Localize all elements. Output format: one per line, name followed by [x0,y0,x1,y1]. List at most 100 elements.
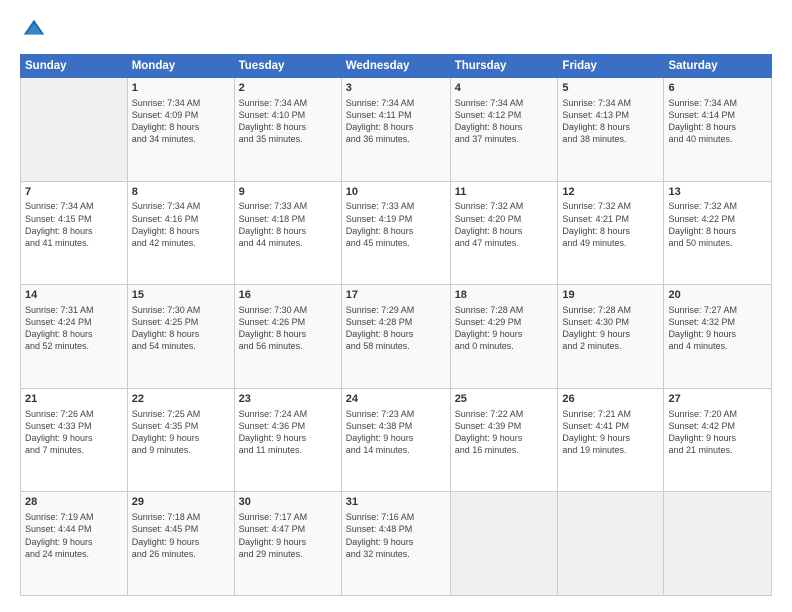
day-number: 22 [132,392,230,407]
day-number: 1 [132,81,230,96]
day-number: 31 [346,495,446,510]
day-number: 27 [668,392,767,407]
day-cell: 24Sunrise: 7:23 AM Sunset: 4:38 PM Dayli… [341,388,450,492]
day-number: 6 [668,81,767,96]
day-cell: 22Sunrise: 7:25 AM Sunset: 4:35 PM Dayli… [127,388,234,492]
day-info: Sunrise: 7:26 AM Sunset: 4:33 PM Dayligh… [25,408,123,457]
day-number: 30 [239,495,337,510]
day-number: 24 [346,392,446,407]
day-cell: 16Sunrise: 7:30 AM Sunset: 4:26 PM Dayli… [234,285,341,389]
day-info: Sunrise: 7:34 AM Sunset: 4:13 PM Dayligh… [562,97,659,146]
day-cell: 23Sunrise: 7:24 AM Sunset: 4:36 PM Dayli… [234,388,341,492]
day-cell: 15Sunrise: 7:30 AM Sunset: 4:25 PM Dayli… [127,285,234,389]
day-number: 11 [455,185,554,200]
day-number: 26 [562,392,659,407]
day-cell: 25Sunrise: 7:22 AM Sunset: 4:39 PM Dayli… [450,388,558,492]
day-cell: 12Sunrise: 7:32 AM Sunset: 4:21 PM Dayli… [558,181,664,285]
day-cell [21,78,128,182]
day-info: Sunrise: 7:34 AM Sunset: 4:14 PM Dayligh… [668,97,767,146]
day-cell: 18Sunrise: 7:28 AM Sunset: 4:29 PM Dayli… [450,285,558,389]
day-cell: 7Sunrise: 7:34 AM Sunset: 4:15 PM Daylig… [21,181,128,285]
day-info: Sunrise: 7:33 AM Sunset: 4:18 PM Dayligh… [239,200,337,249]
day-info: Sunrise: 7:31 AM Sunset: 4:24 PM Dayligh… [25,304,123,353]
col-header-wednesday: Wednesday [341,55,450,78]
day-number: 28 [25,495,123,510]
day-cell [664,492,772,596]
day-info: Sunrise: 7:33 AM Sunset: 4:19 PM Dayligh… [346,200,446,249]
day-number: 13 [668,185,767,200]
day-cell: 4Sunrise: 7:34 AM Sunset: 4:12 PM Daylig… [450,78,558,182]
day-info: Sunrise: 7:22 AM Sunset: 4:39 PM Dayligh… [455,408,554,457]
week-row-1: 1Sunrise: 7:34 AM Sunset: 4:09 PM Daylig… [21,78,772,182]
day-info: Sunrise: 7:34 AM Sunset: 4:16 PM Dayligh… [132,200,230,249]
day-info: Sunrise: 7:23 AM Sunset: 4:38 PM Dayligh… [346,408,446,457]
day-number: 10 [346,185,446,200]
day-info: Sunrise: 7:28 AM Sunset: 4:30 PM Dayligh… [562,304,659,353]
day-info: Sunrise: 7:29 AM Sunset: 4:28 PM Dayligh… [346,304,446,353]
col-header-thursday: Thursday [450,55,558,78]
day-cell: 3Sunrise: 7:34 AM Sunset: 4:11 PM Daylig… [341,78,450,182]
logo-icon [20,16,48,44]
day-info: Sunrise: 7:21 AM Sunset: 4:41 PM Dayligh… [562,408,659,457]
col-header-tuesday: Tuesday [234,55,341,78]
day-number: 15 [132,288,230,303]
week-row-2: 7Sunrise: 7:34 AM Sunset: 4:15 PM Daylig… [21,181,772,285]
day-info: Sunrise: 7:34 AM Sunset: 4:12 PM Dayligh… [455,97,554,146]
day-number: 14 [25,288,123,303]
day-number: 19 [562,288,659,303]
day-cell: 29Sunrise: 7:18 AM Sunset: 4:45 PM Dayli… [127,492,234,596]
day-info: Sunrise: 7:16 AM Sunset: 4:48 PM Dayligh… [346,511,446,560]
header [20,16,772,44]
week-row-3: 14Sunrise: 7:31 AM Sunset: 4:24 PM Dayli… [21,285,772,389]
header-row: SundayMondayTuesdayWednesdayThursdayFrid… [21,55,772,78]
day-info: Sunrise: 7:32 AM Sunset: 4:20 PM Dayligh… [455,200,554,249]
day-info: Sunrise: 7:34 AM Sunset: 4:15 PM Dayligh… [25,200,123,249]
day-number: 25 [455,392,554,407]
week-row-5: 28Sunrise: 7:19 AM Sunset: 4:44 PM Dayli… [21,492,772,596]
day-cell: 21Sunrise: 7:26 AM Sunset: 4:33 PM Dayli… [21,388,128,492]
col-header-monday: Monday [127,55,234,78]
day-number: 12 [562,185,659,200]
day-cell: 28Sunrise: 7:19 AM Sunset: 4:44 PM Dayli… [21,492,128,596]
day-cell: 31Sunrise: 7:16 AM Sunset: 4:48 PM Dayli… [341,492,450,596]
day-number: 2 [239,81,337,96]
day-cell: 20Sunrise: 7:27 AM Sunset: 4:32 PM Dayli… [664,285,772,389]
day-cell [450,492,558,596]
day-info: Sunrise: 7:25 AM Sunset: 4:35 PM Dayligh… [132,408,230,457]
day-info: Sunrise: 7:34 AM Sunset: 4:09 PM Dayligh… [132,97,230,146]
day-info: Sunrise: 7:30 AM Sunset: 4:25 PM Dayligh… [132,304,230,353]
day-info: Sunrise: 7:34 AM Sunset: 4:10 PM Dayligh… [239,97,337,146]
day-info: Sunrise: 7:18 AM Sunset: 4:45 PM Dayligh… [132,511,230,560]
day-cell: 8Sunrise: 7:34 AM Sunset: 4:16 PM Daylig… [127,181,234,285]
col-header-friday: Friday [558,55,664,78]
day-number: 4 [455,81,554,96]
day-cell: 19Sunrise: 7:28 AM Sunset: 4:30 PM Dayli… [558,285,664,389]
day-cell: 26Sunrise: 7:21 AM Sunset: 4:41 PM Dayli… [558,388,664,492]
logo [20,16,52,44]
day-cell: 13Sunrise: 7:32 AM Sunset: 4:22 PM Dayli… [664,181,772,285]
day-info: Sunrise: 7:24 AM Sunset: 4:36 PM Dayligh… [239,408,337,457]
col-header-sunday: Sunday [21,55,128,78]
day-cell: 10Sunrise: 7:33 AM Sunset: 4:19 PM Dayli… [341,181,450,285]
day-cell: 27Sunrise: 7:20 AM Sunset: 4:42 PM Dayli… [664,388,772,492]
day-number: 29 [132,495,230,510]
day-cell: 2Sunrise: 7:34 AM Sunset: 4:10 PM Daylig… [234,78,341,182]
day-info: Sunrise: 7:17 AM Sunset: 4:47 PM Dayligh… [239,511,337,560]
day-number: 20 [668,288,767,303]
day-cell: 5Sunrise: 7:34 AM Sunset: 4:13 PM Daylig… [558,78,664,182]
day-cell: 1Sunrise: 7:34 AM Sunset: 4:09 PM Daylig… [127,78,234,182]
day-info: Sunrise: 7:34 AM Sunset: 4:11 PM Dayligh… [346,97,446,146]
day-info: Sunrise: 7:19 AM Sunset: 4:44 PM Dayligh… [25,511,123,560]
day-cell: 14Sunrise: 7:31 AM Sunset: 4:24 PM Dayli… [21,285,128,389]
day-cell: 17Sunrise: 7:29 AM Sunset: 4:28 PM Dayli… [341,285,450,389]
day-info: Sunrise: 7:28 AM Sunset: 4:29 PM Dayligh… [455,304,554,353]
day-number: 23 [239,392,337,407]
day-info: Sunrise: 7:32 AM Sunset: 4:21 PM Dayligh… [562,200,659,249]
day-cell: 6Sunrise: 7:34 AM Sunset: 4:14 PM Daylig… [664,78,772,182]
calendar-table: SundayMondayTuesdayWednesdayThursdayFrid… [20,54,772,596]
day-cell [558,492,664,596]
day-cell: 30Sunrise: 7:17 AM Sunset: 4:47 PM Dayli… [234,492,341,596]
day-number: 9 [239,185,337,200]
col-header-saturday: Saturday [664,55,772,78]
day-number: 17 [346,288,446,303]
